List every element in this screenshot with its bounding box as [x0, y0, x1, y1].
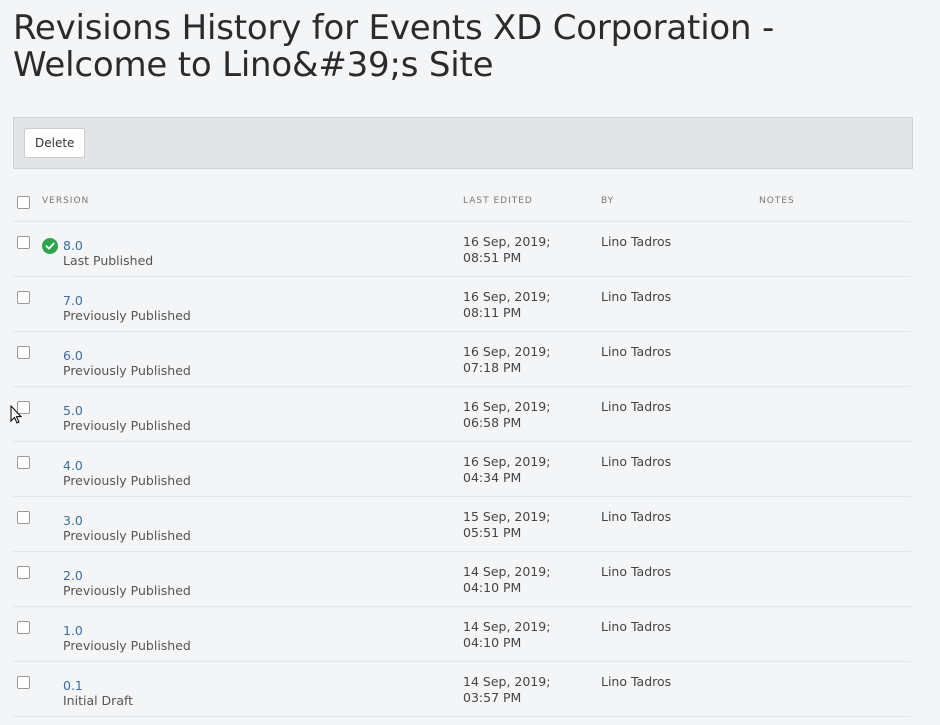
table-row: 6.0 Previously Published 16 Sep, 2019; 0… [13, 332, 911, 387]
row-checkbox[interactable] [17, 621, 30, 634]
last-edited: 16 Sep, 2019; 06:58 PM [463, 399, 551, 430]
edited-by: Lino Tadros [601, 399, 672, 414]
last-edited: 14 Sep, 2019; 03:57 PM [463, 674, 551, 705]
header-version: VERSION [42, 196, 90, 206]
edited-by: Lino Tadros [601, 289, 672, 304]
version-link[interactable]: 0.1 [63, 678, 83, 693]
last-edited: 14 Sep, 2019; 04:10 PM [463, 564, 551, 595]
select-all-checkbox[interactable] [17, 196, 30, 209]
version-link[interactable]: 8.0 [63, 238, 83, 253]
last-edited: 16 Sep, 2019; 08:11 PM [463, 289, 551, 320]
toolbar: Delete [13, 117, 913, 169]
row-checkbox[interactable] [17, 566, 30, 579]
version-status: Initial Draft [63, 693, 134, 708]
version-status: Last Published [63, 253, 154, 268]
last-edited: 15 Sep, 2019; 05:51 PM [463, 509, 551, 540]
edited-by: Lino Tadros [601, 344, 672, 359]
table-row: 3.0 Previously Published 15 Sep, 2019; 0… [13, 497, 911, 552]
version-status: Previously Published [63, 418, 191, 433]
row-checkbox[interactable] [17, 456, 30, 469]
last-edited: 16 Sep, 2019; 04:34 PM [463, 454, 551, 485]
table-header: VERSION LAST EDITED BY NOTES [13, 188, 911, 222]
last-edited: 14 Sep, 2019; 04:10 PM [463, 619, 551, 650]
row-checkbox[interactable] [17, 291, 30, 304]
version-status: Previously Published [63, 528, 191, 543]
edited-by: Lino Tadros [601, 564, 672, 579]
version-link[interactable]: 1.0 [63, 623, 83, 638]
edited-by: Lino Tadros [601, 454, 672, 469]
edited-by: Lino Tadros [601, 509, 672, 524]
version-status: Previously Published [63, 473, 191, 488]
header-last-edited: LAST EDITED [463, 196, 533, 206]
table-row: 8.0 Last Published 16 Sep, 2019; 08:51 P… [13, 222, 911, 277]
edited-by: Lino Tadros [601, 674, 672, 689]
table-row: 2.0 Previously Published 14 Sep, 2019; 0… [13, 552, 911, 607]
row-checkbox[interactable] [17, 511, 30, 524]
table-row: 5.0 Previously Published 16 Sep, 2019; 0… [13, 387, 911, 442]
version-link[interactable]: 5.0 [63, 403, 83, 418]
last-edited: 16 Sep, 2019; 07:18 PM [463, 344, 551, 375]
edited-by: Lino Tadros [601, 619, 672, 634]
version-link[interactable]: 2.0 [63, 568, 83, 583]
edited-by: Lino Tadros [601, 234, 672, 249]
row-checkbox[interactable] [17, 236, 30, 249]
page-title: Revisions History for Events XD Corporat… [13, 8, 775, 85]
header-by: BY [601, 196, 615, 206]
row-checkbox[interactable] [17, 346, 30, 359]
version-status: Previously Published [63, 583, 191, 598]
mouse-cursor-icon [10, 404, 23, 429]
delete-button[interactable]: Delete [24, 128, 86, 158]
header-notes: NOTES [759, 196, 795, 206]
table-row: 0.1 Initial Draft 14 Sep, 2019; 03:57 PM… [13, 662, 911, 717]
table-row: 4.0 Previously Published 16 Sep, 2019; 0… [13, 442, 911, 497]
version-status: Previously Published [63, 363, 191, 378]
table-row: 1.0 Previously Published 14 Sep, 2019; 0… [13, 607, 911, 662]
version-link[interactable]: 6.0 [63, 348, 83, 363]
version-link[interactable]: 7.0 [63, 293, 83, 308]
version-status: Previously Published [63, 638, 191, 653]
version-link[interactable]: 4.0 [63, 458, 83, 473]
check-circle-icon [42, 238, 58, 254]
last-edited: 16 Sep, 2019; 08:51 PM [463, 234, 551, 265]
table-row: 7.0 Previously Published 16 Sep, 2019; 0… [13, 277, 911, 332]
version-status: Previously Published [63, 308, 191, 323]
row-checkbox[interactable] [17, 676, 30, 689]
version-link[interactable]: 3.0 [63, 513, 83, 528]
